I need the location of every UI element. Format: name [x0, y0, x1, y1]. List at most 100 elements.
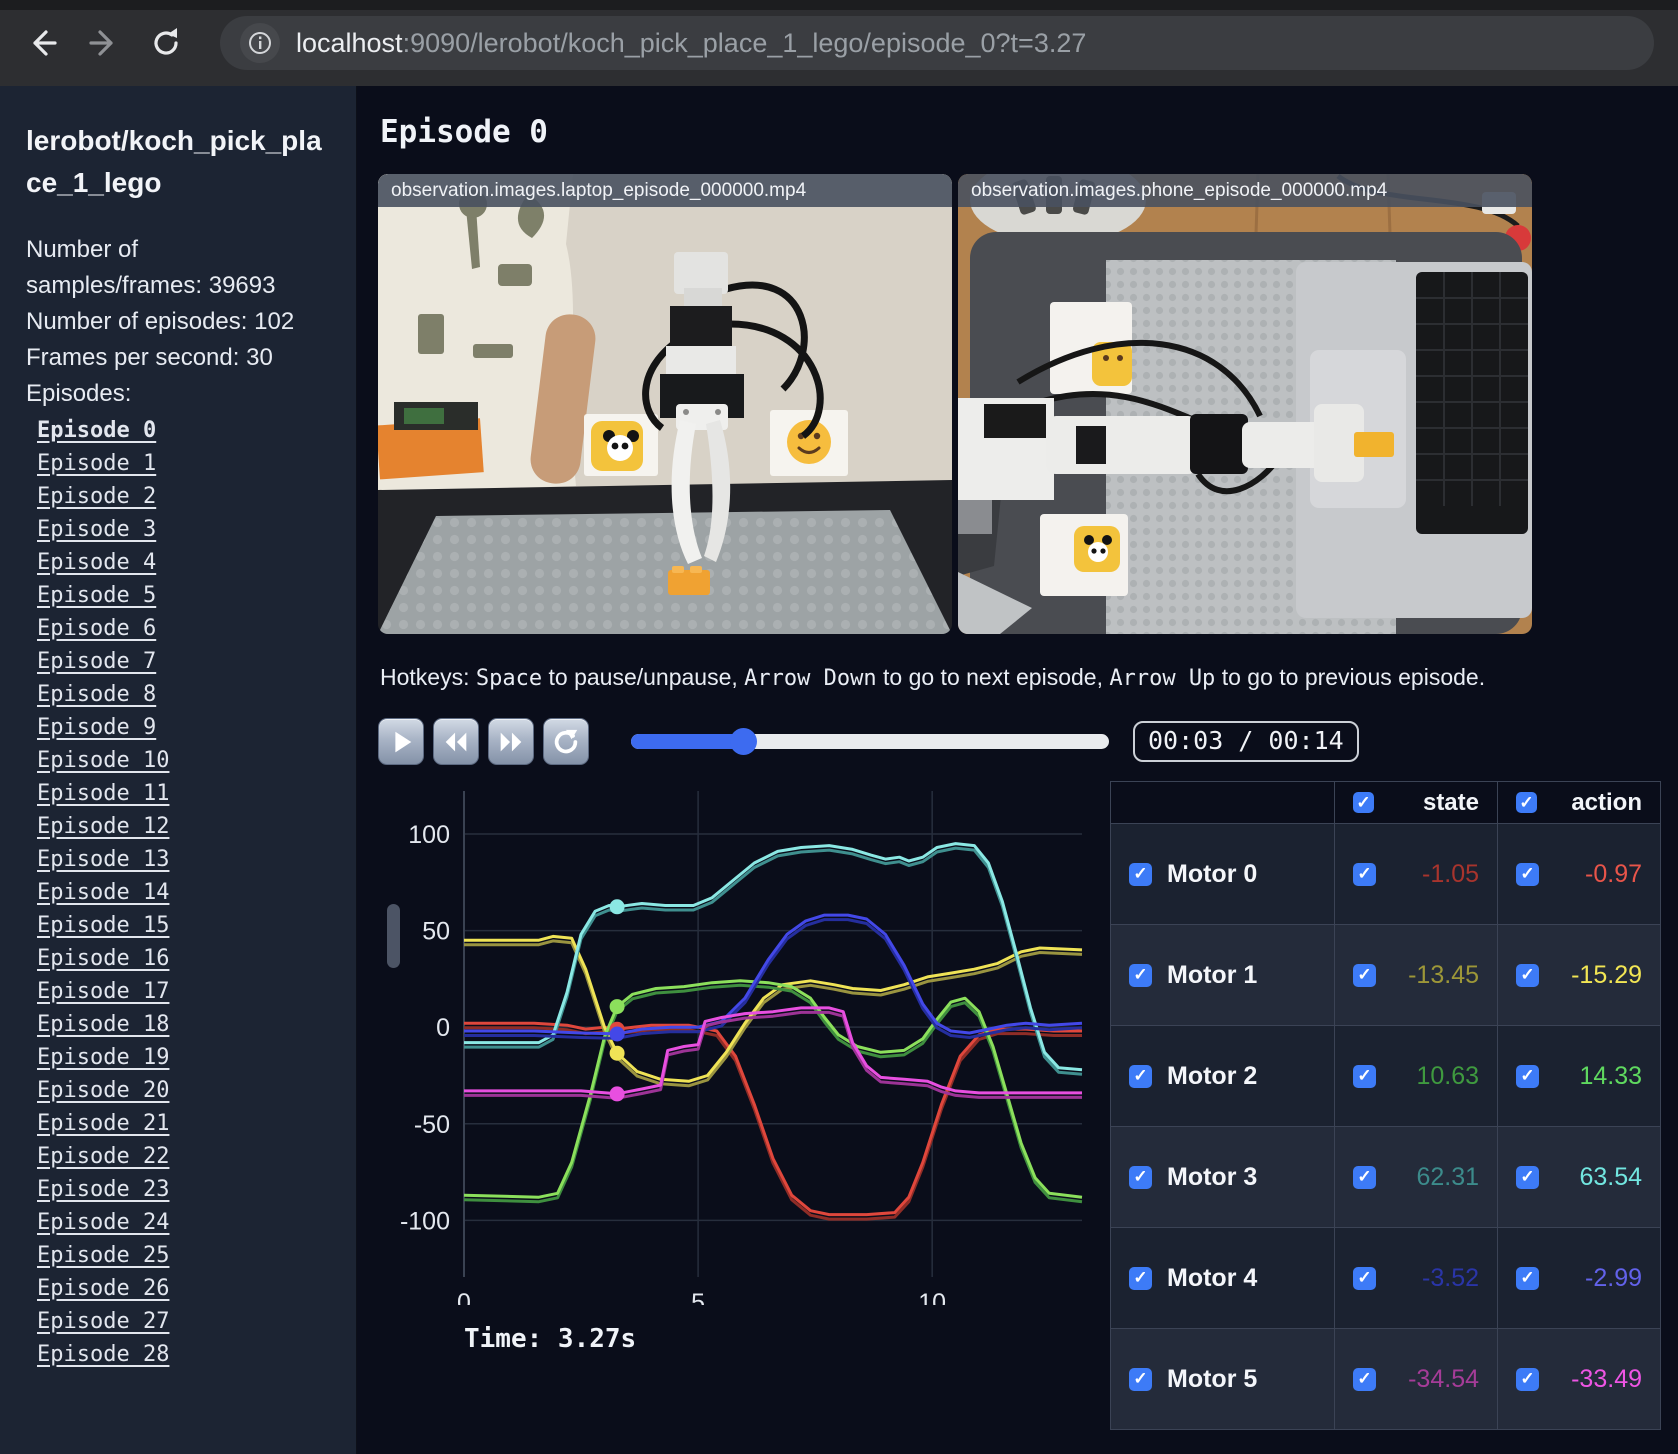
state-value: 62.31 — [1416, 1162, 1479, 1191]
episode-link-episode-14[interactable]: Episode 14 — [37, 880, 169, 905]
episode-link-episode-15[interactable]: Episode 15 — [37, 913, 169, 938]
episode-list-item: Episode 16 — [26, 942, 332, 975]
action-value-cell: ✓ 14.33 — [1497, 1025, 1661, 1127]
episode-link-episode-23[interactable]: Episode 23 — [37, 1177, 169, 1202]
xtick-0: 0 — [457, 1289, 471, 1305]
motor-chart-panel: 100 50 0 -50 -100 0 5 10 Time: 3.27s — [378, 781, 1102, 1430]
episode-link-episode-7[interactable]: Episode 7 — [37, 649, 156, 674]
motor-row-motor-2: ✓ Motor 2 ✓ 10.63 ✓ 14.33 — [1110, 1025, 1661, 1127]
episode-link-episode-1[interactable]: Episode 1 — [37, 451, 156, 476]
xtick-5: 5 — [691, 1289, 705, 1305]
motor-checkbox[interactable]: ✓ — [1129, 1165, 1152, 1189]
episode-list-item: Episode 19 — [26, 1041, 332, 1074]
site-info-icon[interactable] — [240, 23, 280, 63]
reload-button[interactable] — [144, 21, 188, 65]
action-checkbox[interactable]: ✓ — [1516, 963, 1539, 987]
episode-link-episode-25[interactable]: Episode 25 — [37, 1243, 169, 1268]
episode-link-episode-2[interactable]: Episode 2 — [37, 484, 156, 509]
episode-link-episode-28[interactable]: Episode 28 — [37, 1342, 169, 1367]
state-checkbox[interactable]: ✓ — [1353, 862, 1376, 886]
motor-row-motor-4: ✓ Motor 4 ✓ -3.52 ✓ -2.99 — [1110, 1227, 1661, 1329]
episode-list-item: Episode 2 — [26, 480, 332, 513]
hotkeys-prefix: Hotkeys: — [380, 664, 476, 690]
motor-checkbox[interactable]: ✓ — [1129, 963, 1152, 987]
episode-link-episode-4[interactable]: Episode 4 — [37, 550, 156, 575]
motor-name-cell: ✓ Motor 5 — [1110, 1328, 1335, 1430]
action-checkbox[interactable]: ✓ — [1516, 862, 1539, 886]
action-checkbox[interactable]: ✓ — [1516, 1064, 1539, 1088]
episode-link-episode-18[interactable]: Episode 18 — [37, 1012, 169, 1037]
episode-link-episode-26[interactable]: Episode 26 — [37, 1276, 169, 1301]
episode-link-episode-22[interactable]: Episode 22 — [37, 1144, 169, 1169]
episode-list: Episode 0 Episode 1 Episode 2 Episode 3 Epis… — [26, 414, 332, 1371]
motor-checkbox[interactable]: ✓ — [1129, 1367, 1152, 1391]
episode-link-episode-13[interactable]: Episode 13 — [37, 847, 169, 872]
hotkey-arrow-up: Arrow Up — [1109, 666, 1216, 691]
episode-list-item: Episode 5 — [26, 579, 332, 612]
action-checkbox[interactable]: ✓ — [1516, 1266, 1539, 1290]
forward-arrow-icon — [89, 30, 113, 56]
episode-link-episode-20[interactable]: Episode 20 — [37, 1078, 169, 1103]
action-column-checkbox[interactable]: ✓ — [1516, 792, 1537, 813]
address-bar[interactable]: localhost:9090/lerobot/koch_pick_place_1… — [220, 16, 1654, 70]
video-laptop-title: observation.images.laptop_episode_000000… — [378, 174, 952, 207]
episode-link-episode-21[interactable]: Episode 21 — [37, 1111, 169, 1136]
motor-label: Motor 2 — [1167, 1061, 1258, 1090]
state-checkbox[interactable]: ✓ — [1353, 1064, 1376, 1088]
episode-list-item: Episode 7 — [26, 645, 332, 678]
ytick-0: 0 — [436, 1014, 450, 1042]
action-checkbox[interactable]: ✓ — [1516, 1165, 1539, 1189]
episode-link-episode-3[interactable]: Episode 3 — [37, 517, 156, 542]
motor-checkbox[interactable]: ✓ — [1129, 1266, 1152, 1290]
state-value-cell: ✓ -1.05 — [1334, 823, 1498, 925]
episode-list-item: Episode 26 — [26, 1272, 332, 1305]
episode-list-item: Episode 14 — [26, 876, 332, 909]
scrollbar-thumb[interactable] — [387, 904, 400, 968]
episode-link-episode-27[interactable]: Episode 27 — [37, 1309, 169, 1334]
episode-list-item: Episode 23 — [26, 1173, 332, 1206]
episode-link-episode-12[interactable]: Episode 12 — [37, 814, 169, 839]
episode-link-episode-5[interactable]: Episode 5 — [37, 583, 156, 608]
episode-list-item: Episode 18 — [26, 1008, 332, 1041]
action-value: -15.29 — [1571, 960, 1642, 989]
state-column-checkbox[interactable]: ✓ — [1353, 792, 1374, 813]
state-value-cell: ✓ 62.31 — [1334, 1126, 1498, 1228]
state-checkbox[interactable]: ✓ — [1353, 1165, 1376, 1189]
episode-link-episode-6[interactable]: Episode 6 — [37, 616, 156, 641]
action-value: 63.54 — [1579, 1162, 1642, 1191]
state-checkbox[interactable]: ✓ — [1353, 1266, 1376, 1290]
episode-link-episode-8[interactable]: Episode 8 — [37, 682, 156, 707]
action-checkbox[interactable]: ✓ — [1516, 1367, 1539, 1391]
episode-list-item: Episode 0 — [26, 414, 332, 447]
motor-row-motor-5: ✓ Motor 5 ✓ -34.54 ✓ -33.49 — [1110, 1328, 1661, 1430]
slider-thumb[interactable] — [729, 728, 757, 755]
episode-link-episode-16[interactable]: Episode 16 — [37, 946, 169, 971]
seek-slider[interactable] — [631, 718, 1109, 765]
episode-link-episode-11[interactable]: Episode 11 — [37, 781, 169, 806]
state-value: -34.54 — [1408, 1364, 1479, 1393]
forward-button[interactable] — [82, 21, 126, 65]
chart-line-action-motor-0 — [464, 1021, 1082, 1217]
episode-link-episode-9[interactable]: Episode 9 — [37, 715, 156, 740]
main-content: Episode 0 observation.images.laptop_epis… — [357, 86, 1678, 1454]
episode-list-item: Episode 9 — [26, 711, 332, 744]
motor-checkbox[interactable]: ✓ — [1129, 862, 1152, 886]
episode-link-episode-10[interactable]: Episode 10 — [37, 748, 169, 773]
episode-link-episode-19[interactable]: Episode 19 — [37, 1045, 169, 1070]
episode-link-episode-24[interactable]: Episode 24 — [37, 1210, 169, 1235]
episode-list-item: Episode 10 — [26, 744, 332, 777]
video-phone-title: observation.images.phone_episode_000000.… — [958, 174, 1532, 207]
play-button[interactable] — [378, 718, 424, 765]
state-checkbox[interactable]: ✓ — [1353, 963, 1376, 987]
fast-forward-button[interactable] — [488, 718, 534, 765]
episode-link-episode-17[interactable]: Episode 17 — [37, 979, 169, 1004]
episode-link-episode-0[interactable]: Episode 0 — [37, 418, 156, 443]
rewind-button[interactable] — [433, 718, 479, 765]
state-value: 10.63 — [1416, 1061, 1479, 1090]
back-button[interactable] — [20, 21, 64, 65]
action-value-cell: ✓ -33.49 — [1497, 1328, 1661, 1430]
loop-button[interactable] — [543, 718, 589, 765]
info-episodes: Number of episodes: 102 — [26, 308, 295, 335]
motor-checkbox[interactable]: ✓ — [1129, 1064, 1152, 1088]
state-checkbox[interactable]: ✓ — [1353, 1367, 1376, 1391]
